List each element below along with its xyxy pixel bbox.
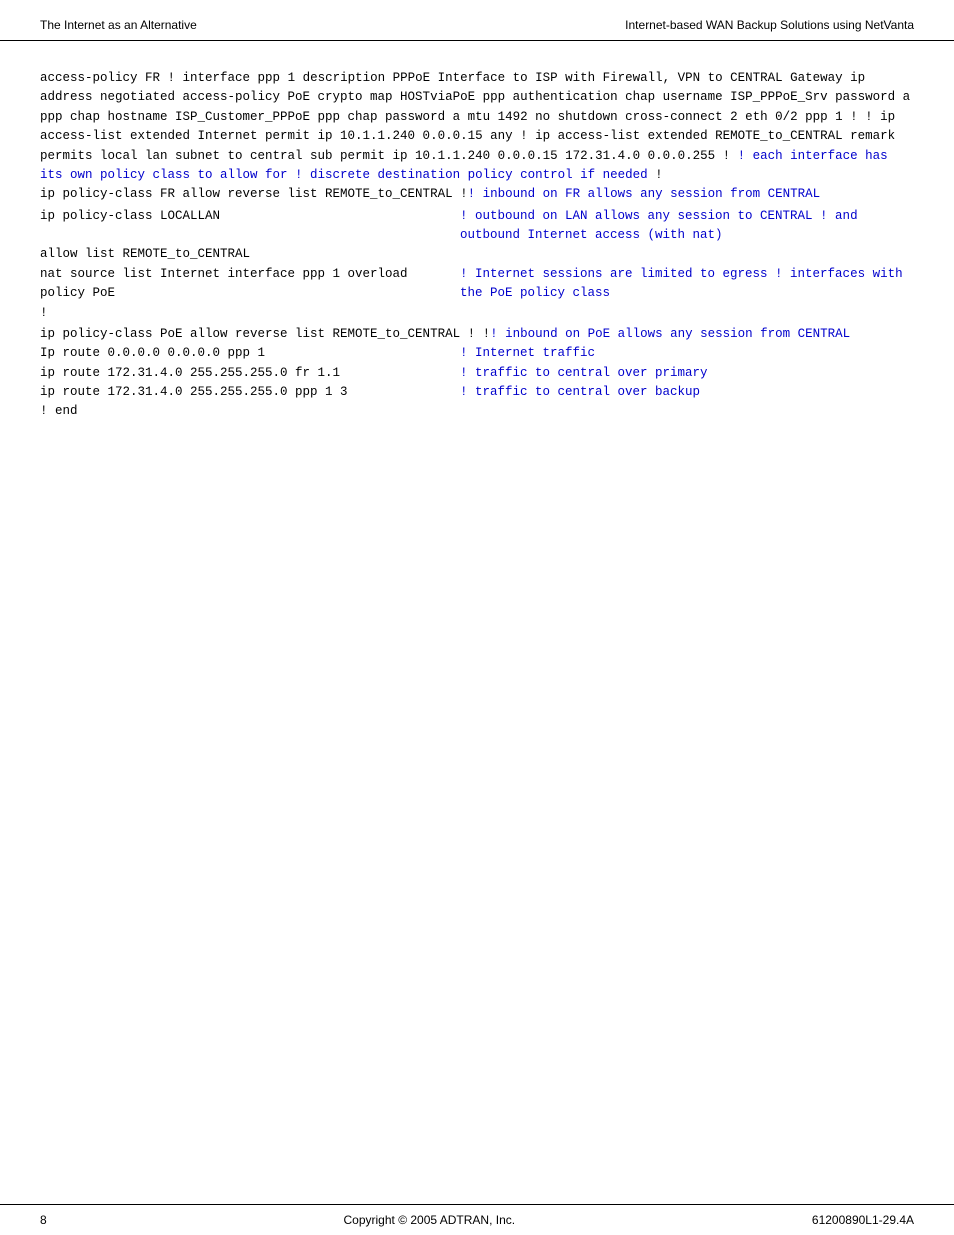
page: The Internet as an Alternative Internet-… <box>0 0 954 1235</box>
page-header: The Internet as an Alternative Internet-… <box>0 0 954 41</box>
footer-copyright: Copyright © 2005 ADTRAN, Inc. <box>344 1213 516 1227</box>
page-footer: 8 Copyright © 2005 ADTRAN, Inc. 61200890… <box>0 1204 954 1235</box>
header-right: Internet-based WAN Backup Solutions usin… <box>625 18 914 32</box>
code-section: access-policy FR ! interface ppp 1 descr… <box>40 69 914 422</box>
main-content: access-policy FR ! interface ppp 1 descr… <box>0 41 954 482</box>
footer-doc-number: 61200890L1-29.4A <box>812 1213 914 1227</box>
header-left: The Internet as an Alternative <box>40 18 197 32</box>
footer-page: 8 <box>40 1213 47 1227</box>
